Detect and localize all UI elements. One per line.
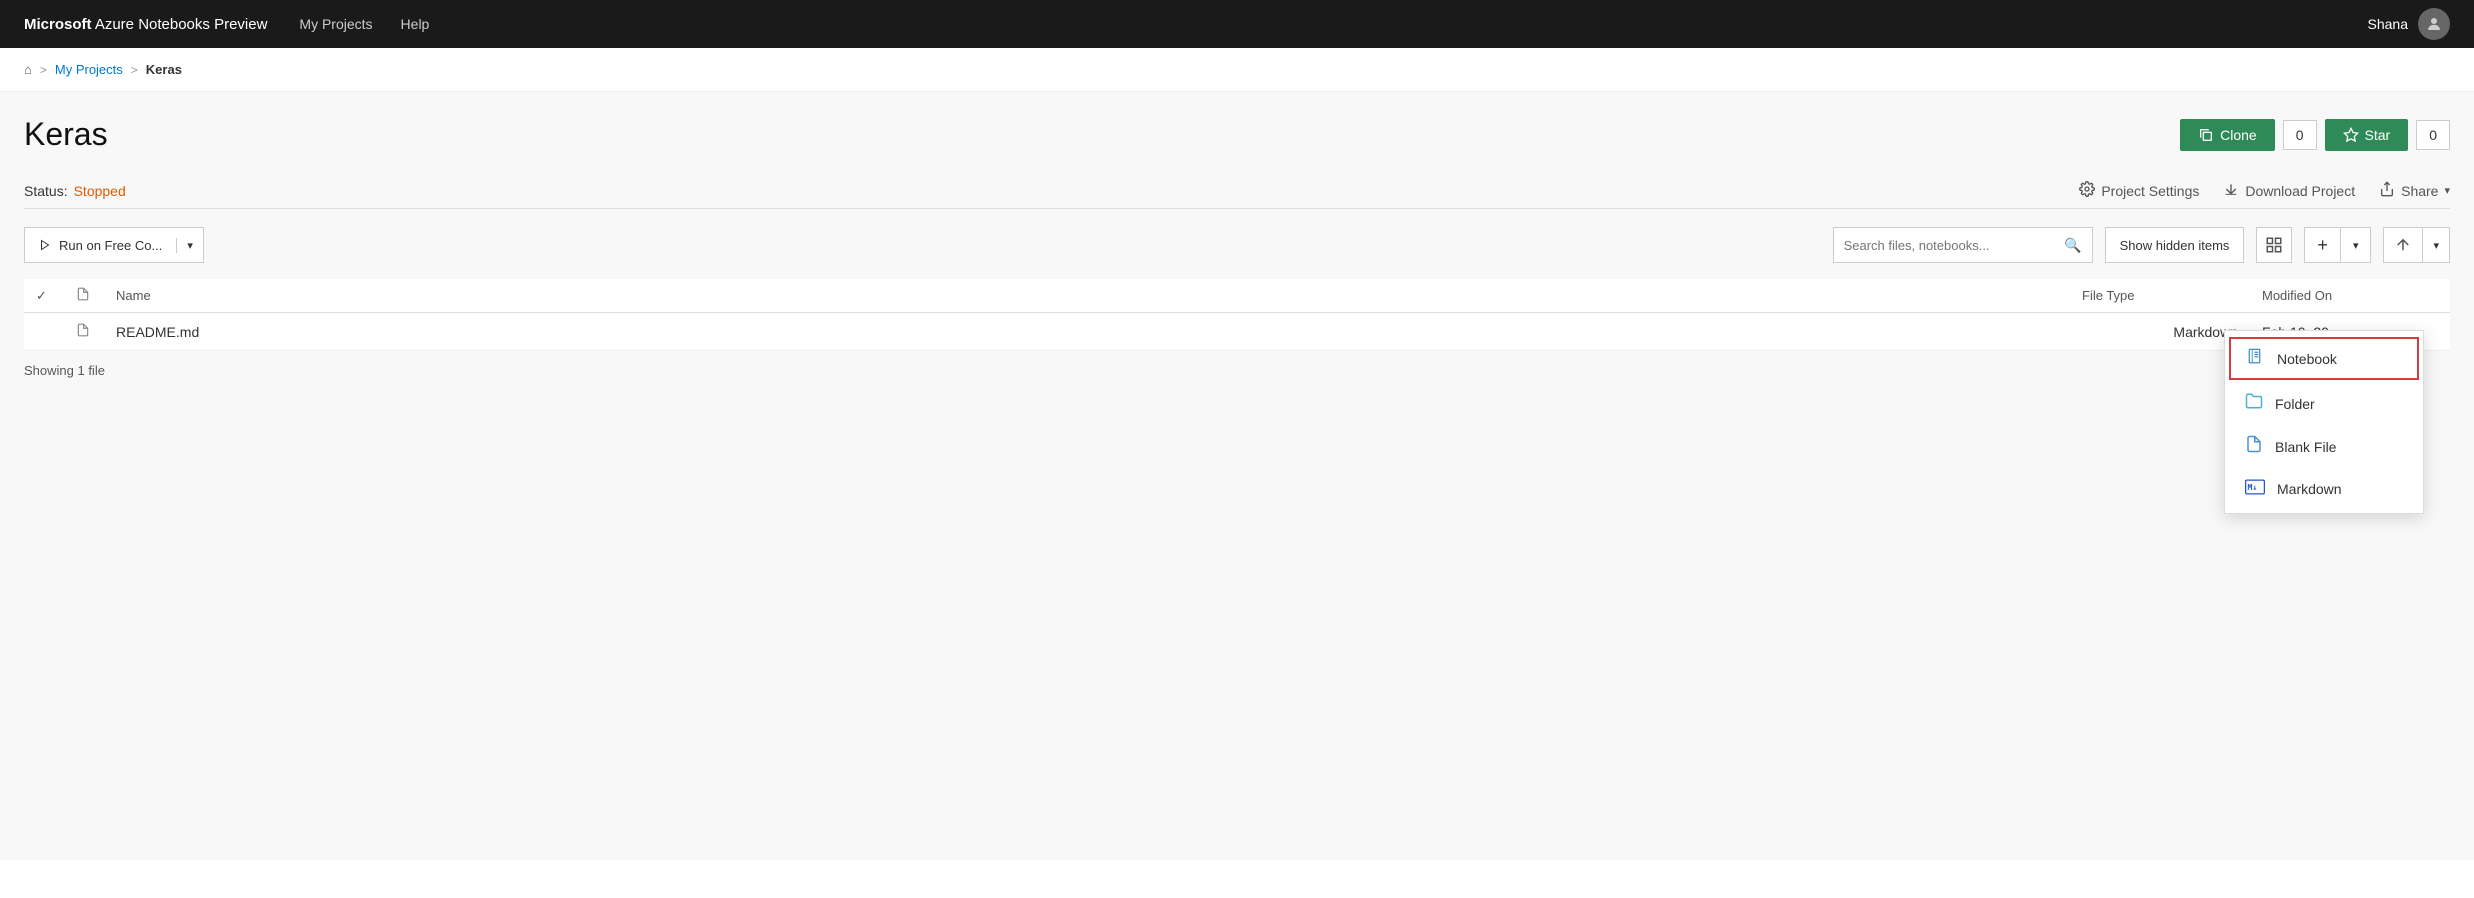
search-icon: 🔍 <box>2064 237 2081 254</box>
run-button-group[interactable]: Run on Free Co... ▾ <box>24 227 204 263</box>
dropdown-notebook-label: Notebook <box>2277 351 2337 367</box>
share-action[interactable]: Share ▾ <box>2379 181 2450 200</box>
download-project-label: Download Project <box>2245 183 2355 199</box>
run-label: Run on Free Co... <box>59 238 162 253</box>
clone-count: 0 <box>2283 120 2317 150</box>
blank-file-icon <box>2245 435 2263 458</box>
download-icon <box>2223 181 2239 200</box>
nav-help[interactable]: Help <box>401 16 430 32</box>
star-count: 0 <box>2416 120 2450 150</box>
upload-chevron-icon: ▾ <box>2433 239 2439 252</box>
title-actions: Clone 0 Star 0 <box>2180 119 2450 151</box>
project-title: Keras <box>24 116 108 153</box>
user-name: Shana <box>2368 16 2408 32</box>
file-table: ✓ Name File Type Modified On README.md M… <box>24 279 2450 351</box>
notebook-icon <box>2247 347 2265 370</box>
markdown-icon: M↓ <box>2245 478 2265 499</box>
upload-button[interactable] <box>2384 228 2422 262</box>
row-name[interactable]: README.md <box>104 313 2070 351</box>
check-icon: ✓ <box>36 288 47 303</box>
file-count: Showing 1 file <box>24 351 2450 390</box>
col-icon-header <box>64 279 104 313</box>
share-icon <box>2379 181 2395 200</box>
nav-links: My Projects Help <box>299 16 2367 32</box>
brand: Microsoft Azure Notebooks Preview <box>24 16 267 33</box>
title-row: Keras Clone 0 Star 0 <box>24 116 2450 153</box>
new-button-group: + ▾ <box>2304 227 2371 263</box>
folder-icon <box>2245 392 2263 415</box>
dropdown-item-blank-file[interactable]: Blank File <box>2225 425 2423 468</box>
nav-my-projects[interactable]: My Projects <box>299 16 372 32</box>
col-check-header: ✓ <box>24 279 64 313</box>
new-dropdown-button[interactable]: ▾ <box>2341 228 2371 262</box>
status-value: Stopped <box>74 183 126 199</box>
table-row: README.md Markdown Feb 10, 20 <box>24 313 2450 351</box>
table-header-row: ✓ Name File Type Modified On <box>24 279 2450 313</box>
share-chevron: ▾ <box>2444 184 2450 197</box>
status-info: Status: Stopped <box>24 183 126 199</box>
show-hidden-button[interactable]: Show hidden items <box>2105 227 2245 263</box>
status-label: Status: <box>24 183 68 199</box>
row-filetype: Markdown <box>2070 313 2250 351</box>
status-row: Status: Stopped Project Settings Downloa… <box>24 173 2450 209</box>
dropdown-item-markdown[interactable]: M↓ Markdown <box>2225 468 2423 509</box>
breadcrumb-sep2: > <box>131 63 138 77</box>
avatar <box>2418 8 2450 40</box>
new-item-dropdown: Notebook Folder Blank File M↓ Markdown <box>2224 330 2424 514</box>
share-label: Share <box>2401 183 2438 199</box>
star-button[interactable]: Star <box>2325 119 2409 151</box>
row-icon <box>64 313 104 351</box>
run-chevron-icon: ▾ <box>187 239 193 252</box>
breadcrumb-my-projects[interactable]: My Projects <box>55 62 123 77</box>
star-label: Star <box>2365 127 2391 143</box>
col-name-header: Name <box>104 279 2070 313</box>
status-actions: Project Settings Download Project Share … <box>2079 181 2450 200</box>
brand-rest: Azure Notebooks Preview <box>92 16 268 33</box>
main-content: Keras Clone 0 Star 0 Status: Stopped <box>0 92 2474 860</box>
search-box: 🔍 <box>1833 227 2093 263</box>
home-icon[interactable]: ⌂ <box>24 62 32 77</box>
brand-bold: Microsoft <box>24 16 92 33</box>
project-settings-action[interactable]: Project Settings <box>2079 181 2199 200</box>
row-check[interactable] <box>24 313 64 351</box>
new-item-button[interactable]: + <box>2305 228 2341 262</box>
clone-label: Clone <box>2220 127 2257 143</box>
dropdown-item-folder[interactable]: Folder <box>2225 382 2423 425</box>
clone-button[interactable]: Clone <box>2180 119 2275 151</box>
search-input[interactable] <box>1844 238 2065 253</box>
col-filetype-header: File Type <box>2070 279 2250 313</box>
dropdown-markdown-label: Markdown <box>2277 481 2342 497</box>
dropdown-blank-file-label: Blank File <box>2275 439 2336 455</box>
download-project-action[interactable]: Download Project <box>2223 181 2355 200</box>
new-chevron-icon: ▾ <box>2353 239 2359 252</box>
toolbar: Run on Free Co... ▾ 🔍 Show hidden items … <box>24 227 2450 263</box>
project-settings-label: Project Settings <box>2101 183 2199 199</box>
col-modified-header: Modified On <box>2250 279 2450 313</box>
grid-view-button[interactable] <box>2256 227 2292 263</box>
upload-dropdown-button[interactable]: ▾ <box>2422 228 2449 262</box>
dropdown-folder-label: Folder <box>2275 396 2315 412</box>
new-plus-icon: + <box>2317 235 2328 256</box>
user-menu[interactable]: Shana <box>2368 8 2450 40</box>
dropdown-item-notebook[interactable]: Notebook <box>2229 337 2419 380</box>
breadcrumb-current: Keras <box>146 62 182 77</box>
breadcrumb-sep1: > <box>40 63 47 77</box>
settings-icon <box>2079 181 2095 200</box>
breadcrumb: ⌂ > My Projects > Keras <box>0 48 2474 92</box>
svg-text:M↓: M↓ <box>2248 482 2258 492</box>
navbar: Microsoft Azure Notebooks Preview My Pro… <box>0 0 2474 48</box>
run-dropdown-button[interactable]: ▾ <box>177 239 203 252</box>
run-main-button[interactable]: Run on Free Co... <box>25 238 177 253</box>
upload-button-group: ▾ <box>2383 227 2450 263</box>
